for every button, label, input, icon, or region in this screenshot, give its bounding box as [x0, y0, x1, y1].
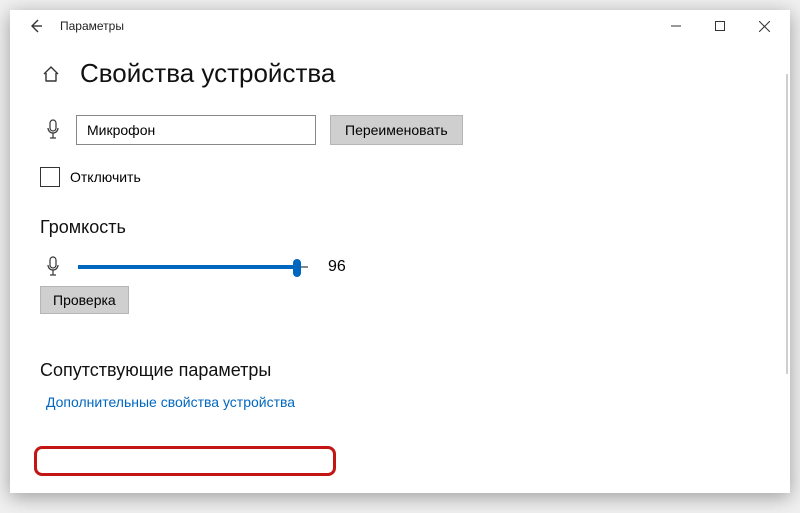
volume-slider[interactable]: [78, 257, 308, 277]
back-arrow-icon: [29, 19, 43, 33]
slider-thumb[interactable]: [293, 259, 301, 277]
volume-row: 96: [40, 256, 760, 278]
titlebar: Параметры: [10, 10, 790, 42]
rename-row: Переименовать: [40, 115, 760, 145]
home-icon[interactable]: [40, 63, 62, 85]
annotation-highlight: [34, 446, 336, 476]
related-heading: Сопутствующие параметры: [40, 360, 760, 381]
page-header: Свойства устройства: [40, 58, 760, 89]
back-button[interactable]: [18, 10, 54, 42]
slider-fill: [78, 265, 297, 269]
maximize-button[interactable]: [698, 10, 742, 42]
volume-value: 96: [328, 258, 346, 276]
page-title: Свойства устройства: [80, 58, 335, 89]
close-button[interactable]: [742, 10, 786, 42]
volume-microphone-icon: [40, 256, 66, 278]
microphone-icon: [40, 119, 66, 141]
window-title: Параметры: [54, 19, 654, 33]
volume-heading: Громкость: [40, 217, 760, 238]
page-content: Свойства устройства Переименовать Отключ…: [10, 42, 790, 493]
settings-window: Параметры Свойства устройства: [10, 10, 790, 493]
minimize-button[interactable]: [654, 10, 698, 42]
device-name-input[interactable]: [76, 115, 316, 145]
test-button[interactable]: Проверка: [40, 286, 129, 314]
disable-row: Отключить: [40, 167, 760, 187]
disable-label: Отключить: [70, 169, 141, 185]
additional-properties-link[interactable]: Дополнительные свойства устройства: [40, 389, 311, 415]
window-controls: [654, 10, 786, 42]
disable-checkbox[interactable]: [40, 167, 60, 187]
related-link-row: Дополнительные свойства устройства: [40, 389, 760, 415]
rename-button[interactable]: Переименовать: [330, 115, 463, 145]
